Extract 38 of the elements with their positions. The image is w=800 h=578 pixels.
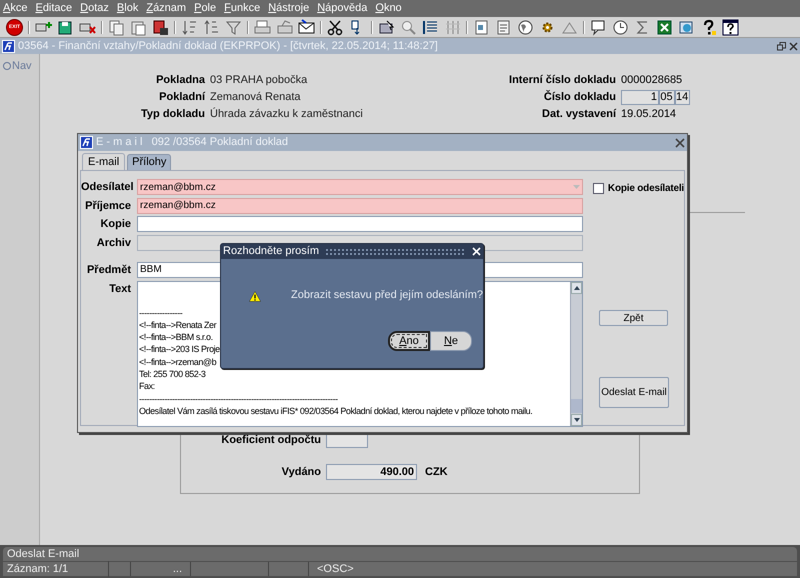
field-label: Předmět: [86, 263, 131, 278]
window-title: 03564 - Finanční vztahy/Pokladní doklad (EKPRPOK) - [čtvrtek, 22.05.2014; 11:48:27]: [18, 38, 438, 54]
text-line: Fax:: [139, 380, 155, 393]
text-line: Tel: 255 700 852-3: [139, 368, 206, 380]
field-label: Číslo dokladu: [542, 89, 616, 106]
field-label: Pokladní: [158, 90, 205, 106]
field-value: 19.05.2014: [621, 107, 676, 122]
record-counter: Záznam: 1/1: [3, 560, 109, 578]
text-line: -----------------: [139, 306, 182, 319]
field-value: 03 PRAHA pobočka: [210, 73, 308, 88]
field-label: Příjemce: [84, 198, 131, 214]
text-line: <!--finta-->203 IS Proje: [139, 343, 220, 356]
text-line: <!--finta-->BBM s.r.o.: [139, 331, 213, 344]
text-line: ------------------------------------------------------------------------------: [139, 392, 338, 405]
text-line: Odesílatel Vám zasílá tiskovou sestavu iFIS* 092/03564 Pokladní doklad, kterou najdete v příloze tohoto mailu.: [139, 404, 532, 418]
field-label: Pokladna: [155, 73, 205, 88]
field-label: Koeficient odpočtu: [220, 433, 321, 448]
field-value: 0000028685: [621, 73, 682, 88]
field-value: Úhrada závazku k zaměstnanci: [210, 106, 363, 122]
field-value: Zemanová Renata: [210, 90, 300, 106]
text-line: <!--finta-->rzeman@b: [139, 356, 216, 368]
field-label: Archiv: [96, 236, 131, 250]
field-label: Interní číslo dokladu: [508, 73, 616, 88]
text-line: <!--finta-->Renata Zer: [139, 318, 216, 332]
field-label: Text: [108, 282, 131, 296]
mode-indicator: <OSC>: [316, 562, 354, 577]
field-label: Dat. vystavení: [541, 107, 616, 122]
dialog-title: E - m a i l 092 /03564 Pokladní doklad: [96, 135, 288, 150]
field-label: Kopie: [99, 217, 131, 232]
field-label: Odesílatel: [81, 180, 131, 195]
currency-label: CZK: [425, 465, 448, 480]
field-label: Typ dokladu: [140, 107, 205, 122]
checkbox-label: Kopie odesílateli: [608, 182, 684, 196]
dialog-title: Rozhodněte prosím: [223, 244, 319, 260]
field-label: Vydáno: [280, 465, 321, 480]
status-ellipsis: ...: [172, 562, 182, 577]
status-message: Odeslat E-mail: [7, 546, 80, 562]
dialog-message: Zobrazit sestavu před jejím odesláním?: [291, 288, 483, 303]
